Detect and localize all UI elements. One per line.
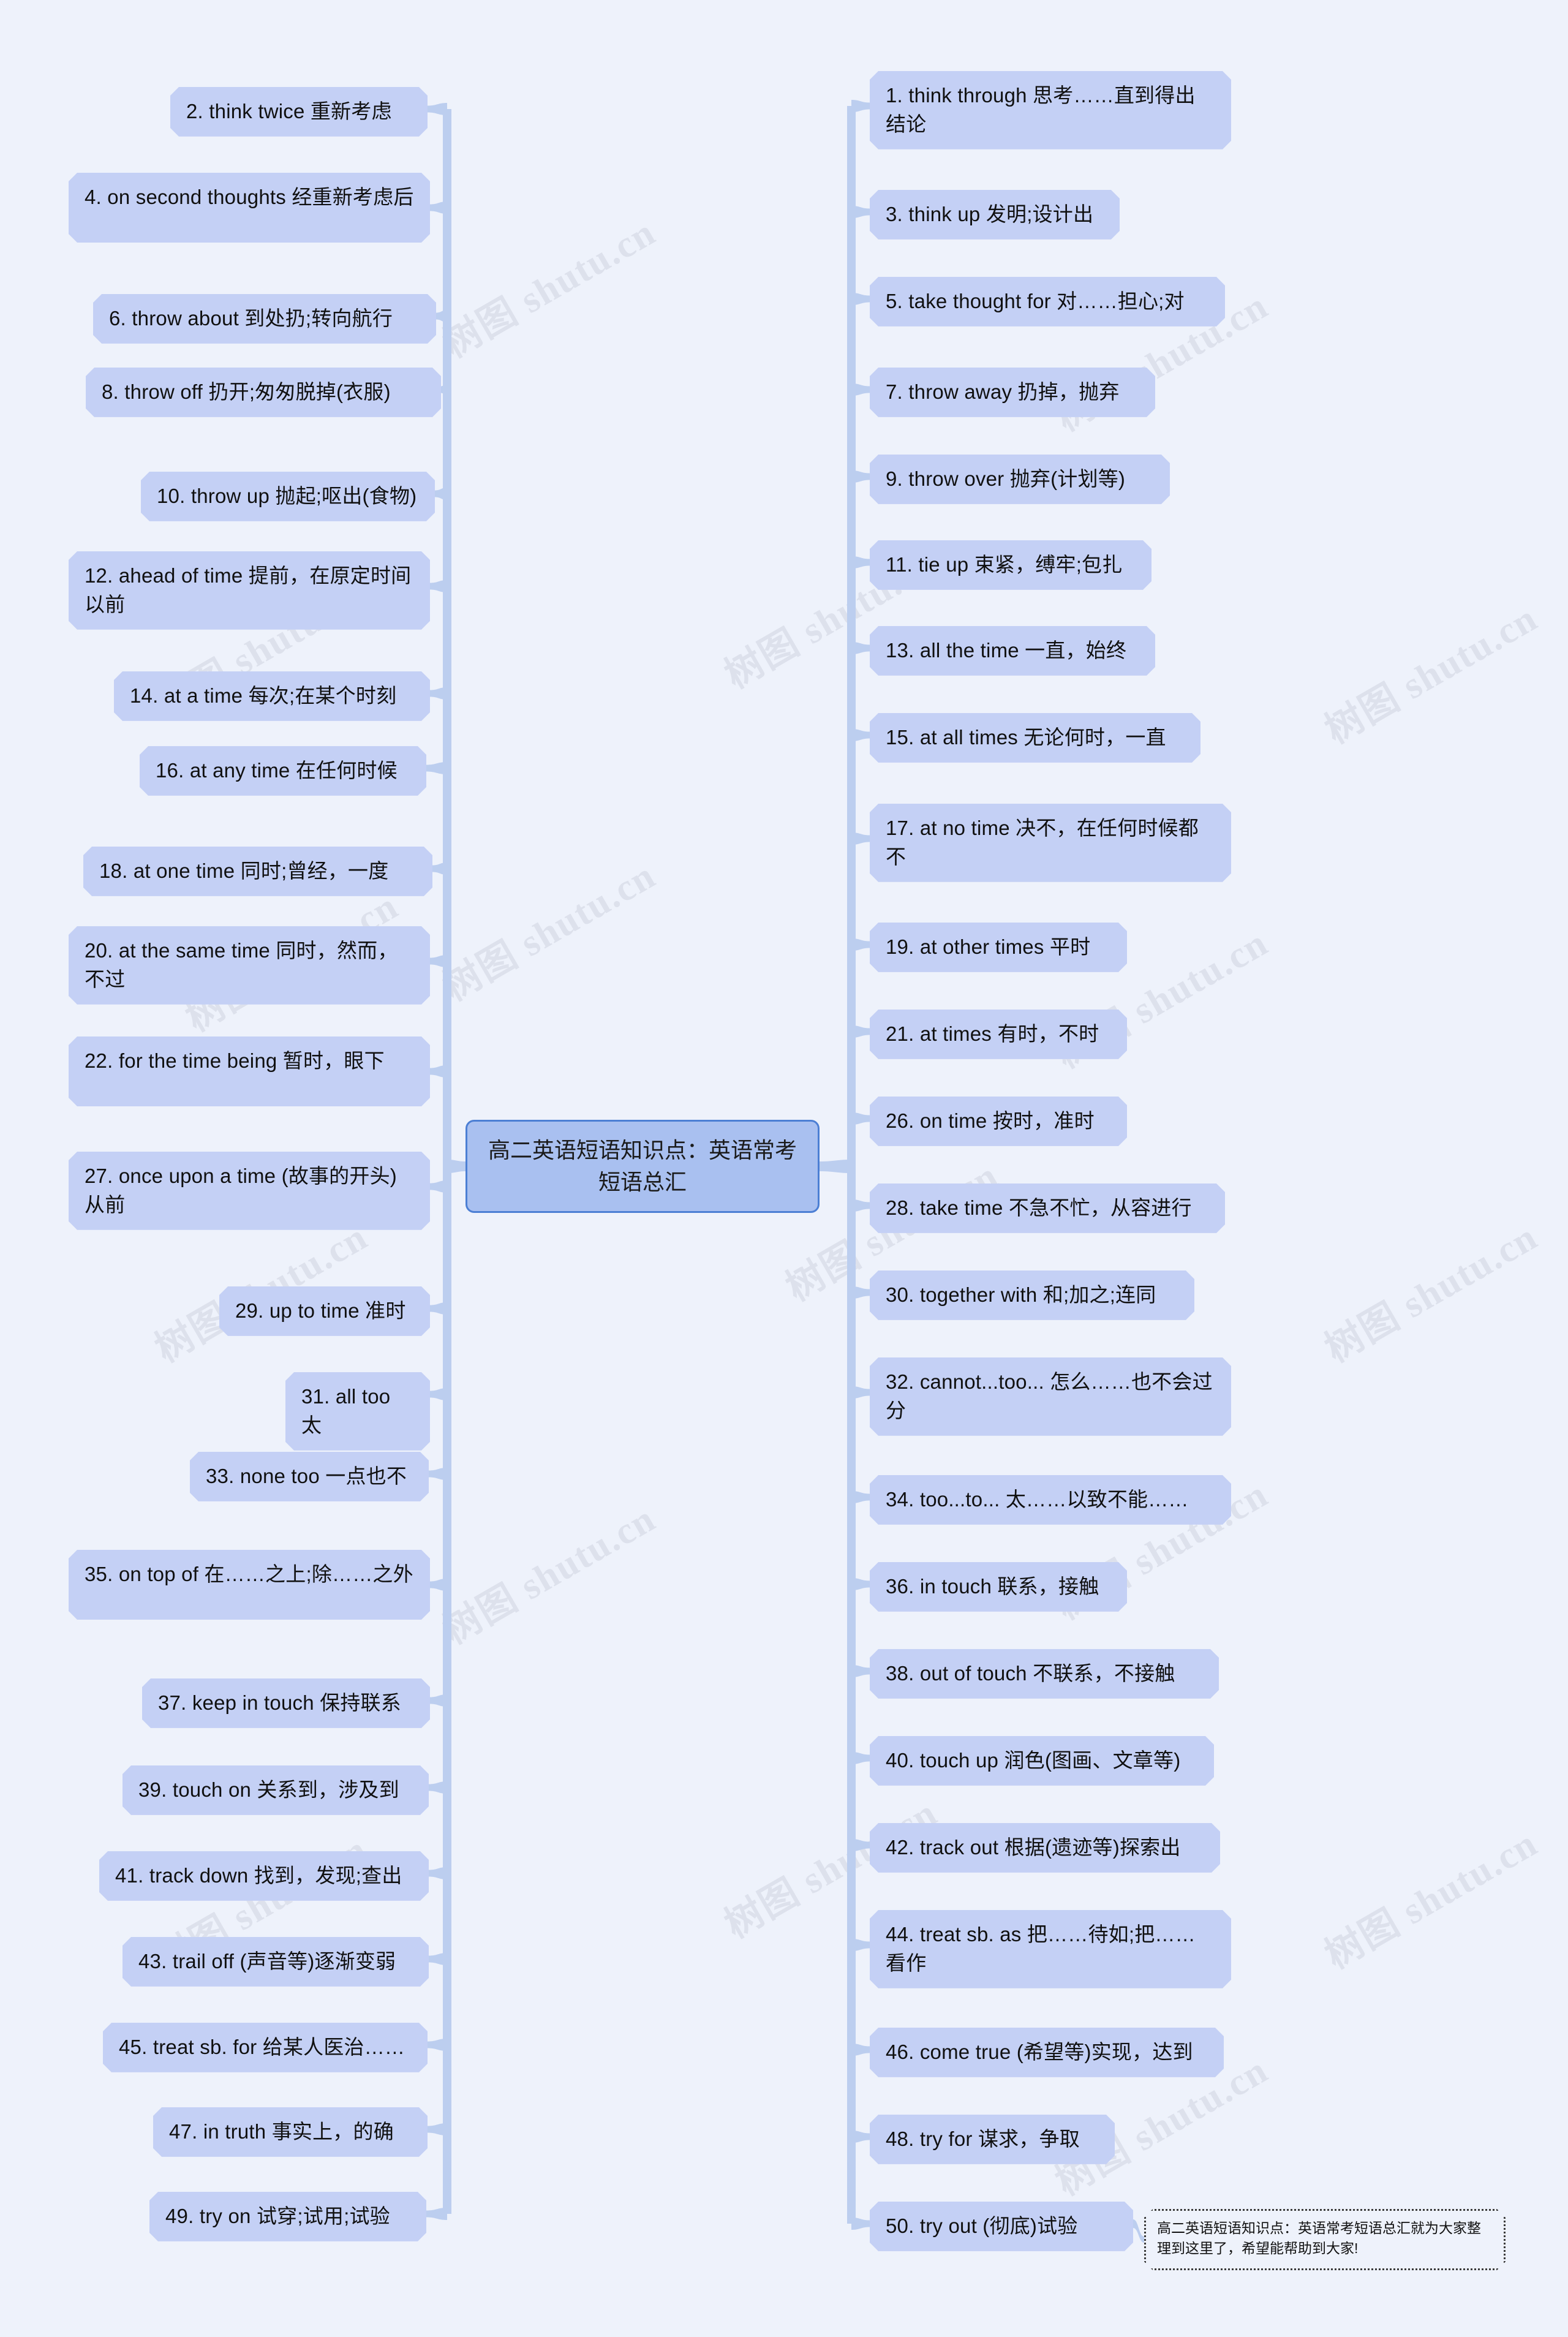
topic-label: 35. on top of 在……之上;除……之外 [85, 1563, 413, 1585]
topic-node-18[interactable]: 18. at one time 同时;曾经，一度 [83, 847, 432, 896]
topic-label: 7. throw away 扔掉，抛弃 [886, 380, 1120, 403]
topic-label: 13. all the time 一直，始终 [886, 639, 1127, 662]
topic-node-29[interactable]: 29. up to time 准时 [219, 1286, 430, 1336]
topic-label: 48. try for 谋求，争取 [886, 2127, 1080, 2150]
topic-label: 21. at times 有时，不时 [886, 1022, 1099, 1045]
topic-node-32[interactable]: 32. cannot...too... 怎么……也不会过分 [870, 1357, 1231, 1436]
topic-label: 17. at no time 决不，在任何时候都不 [886, 817, 1199, 868]
topic-label: 12. ahead of time 提前，在原定时间以前 [85, 564, 412, 616]
topic-label: 27. once upon a time (故事的开头)从前 [85, 1165, 397, 1216]
topic-label: 37. keep in touch 保持联系 [158, 1691, 401, 1714]
topic-label: 32. cannot...too... 怎么……也不会过分 [886, 1370, 1213, 1422]
topic-node-34[interactable]: 34. too...to... 太……以致不能…… [870, 1475, 1231, 1525]
topic-node-12[interactable]: 12. ahead of time 提前，在原定时间以前 [69, 551, 430, 630]
center-topic-label: 高二英语短语知识点：英语常考短语总汇 [488, 1137, 797, 1195]
footnote-node[interactable]: 高二英语短语知识点：英语常考短语总汇就为大家整理到这里了，希望能帮助到大家! [1144, 2209, 1506, 2270]
topic-label: 10. throw up 抛起;呕出(食物) [157, 485, 417, 507]
topic-label: 5. take thought for 对……担心;对 [886, 290, 1185, 312]
topic-node-41[interactable]: 41. track down 找到，发现;查出 [99, 1851, 429, 1901]
topic-node-6[interactable]: 6. throw about 到处扔;转向航行 [93, 294, 436, 344]
topic-label: 44. treat sb. as 把……待如;把……看作 [886, 1923, 1196, 1974]
topic-node-19[interactable]: 19. at other times 平时 [870, 923, 1127, 972]
topic-node-44[interactable]: 44. treat sb. as 把……待如;把……看作 [870, 1910, 1231, 1988]
topic-node-35[interactable]: 35. on top of 在……之上;除……之外 [69, 1550, 430, 1620]
topic-node-40[interactable]: 40. touch up 润色(图画、文章等) [870, 1736, 1214, 1786]
topic-label: 43. trail off (声音等)逐渐变弱 [138, 1950, 396, 1973]
footnote-label: 高二英语短语知识点：英语常考短语总汇就为大家整理到这里了，希望能帮助到大家! [1157, 2220, 1481, 2256]
topic-label: 47. in truth 事实上，的确 [169, 2120, 394, 2143]
topic-node-11[interactable]: 11. tie up 束紧，缚牢;包扎 [870, 540, 1152, 590]
topic-label: 41. track down 找到，发现;查出 [115, 1864, 402, 1887]
topic-label: 49. try on 试穿;试用;试验 [165, 2205, 390, 2227]
topic-node-27[interactable]: 27. once upon a time (故事的开头)从前 [69, 1152, 430, 1230]
mindmap-node-layer: 高二英语短语知识点：英语常考短语总汇 高二英语短语知识点：英语常考短语总汇就为大… [0, 0, 1568, 2337]
topic-node-39[interactable]: 39. touch on 关系到，涉及到 [123, 1765, 429, 1815]
topic-label: 50. try out (彻底)试验 [886, 2214, 1078, 2237]
topic-node-20[interactable]: 20. at the same time 同时，然而，不过 [69, 926, 430, 1005]
topic-node-33[interactable]: 33. none too 一点也不 [190, 1452, 429, 1501]
topic-node-36[interactable]: 36. in touch 联系，接触 [870, 1562, 1127, 1612]
topic-label: 20. at the same time 同时，然而，不过 [85, 939, 398, 991]
topic-node-22[interactable]: 22. for the time being 暂时，眼下 [69, 1036, 430, 1106]
topic-label: 30. together with 和;加之;连同 [886, 1283, 1156, 1306]
topic-node-43[interactable]: 43. trail off (声音等)逐渐变弱 [123, 1937, 429, 1987]
topic-node-38[interactable]: 38. out of touch 不联系，不接触 [870, 1649, 1219, 1699]
topic-node-15[interactable]: 15. at all times 无论何时，一直 [870, 713, 1200, 763]
topic-node-45[interactable]: 45. treat sb. for 给某人医治…… [103, 2023, 428, 2072]
topic-label: 45. treat sb. for 给某人医治…… [119, 2036, 405, 2058]
topic-node-49[interactable]: 49. try on 试穿;试用;试验 [149, 2192, 426, 2241]
topic-node-4[interactable]: 4. on second thoughts 经重新考虑后 [69, 173, 430, 243]
topic-label: 3. think up 发明;设计出 [886, 203, 1094, 225]
topic-node-3[interactable]: 3. think up 发明;设计出 [870, 190, 1120, 240]
topic-label: 42. track out 根据(遗迹等)探索出 [886, 1836, 1181, 1859]
topic-node-21[interactable]: 21. at times 有时，不时 [870, 1010, 1127, 1059]
topic-label: 33. none too 一点也不 [206, 1465, 407, 1487]
topic-label: 8. throw off 扔开;匆匆脱掉(衣服) [102, 380, 391, 403]
topic-label: 2. think twice 重新考虑 [186, 100, 392, 123]
topic-label: 1. think through 思考……直到得出结论 [886, 84, 1196, 135]
topic-label: 28. take time 不急不忙，从容进行 [886, 1196, 1192, 1219]
topic-label: 18. at one time 同时;曾经，一度 [99, 859, 389, 882]
topic-node-5[interactable]: 5. take thought for 对……担心;对 [870, 277, 1225, 327]
topic-label: 15. at all times 无论何时，一直 [886, 726, 1166, 749]
topic-node-50[interactable]: 50. try out (彻底)试验 [870, 2202, 1133, 2251]
topic-node-48[interactable]: 48. try for 谋求，争取 [870, 2115, 1115, 2164]
topic-node-17[interactable]: 17. at no time 决不，在任何时候都不 [870, 804, 1231, 882]
topic-label: 46. come true (希望等)实现，达到 [886, 2041, 1193, 2063]
topic-node-30[interactable]: 30. together with 和;加之;连同 [870, 1270, 1194, 1320]
topic-node-8[interactable]: 8. throw off 扔开;匆匆脱掉(衣服) [86, 368, 441, 417]
topic-node-2[interactable]: 2. think twice 重新考虑 [170, 87, 428, 137]
center-topic-node[interactable]: 高二英语短语知识点：英语常考短语总汇 [466, 1120, 820, 1213]
topic-label: 14. at a time 每次;在某个时刻 [130, 684, 397, 707]
topic-node-14[interactable]: 14. at a time 每次;在某个时刻 [114, 671, 430, 721]
topic-node-46[interactable]: 46. come true (希望等)实现，达到 [870, 2028, 1224, 2077]
topic-label: 26. on time 按时，准时 [886, 1109, 1095, 1132]
topic-node-26[interactable]: 26. on time 按时，准时 [870, 1097, 1127, 1146]
topic-node-42[interactable]: 42. track out 根据(遗迹等)探索出 [870, 1823, 1220, 1873]
topic-label: 40. touch up 润色(图画、文章等) [886, 1749, 1181, 1772]
topic-label: 16. at any time 在任何时候 [156, 759, 398, 782]
topic-node-13[interactable]: 13. all the time 一直，始终 [870, 626, 1155, 676]
topic-label: 11. tie up 束紧，缚牢;包扎 [886, 553, 1123, 576]
topic-node-7[interactable]: 7. throw away 扔掉，抛弃 [870, 368, 1155, 417]
topic-label: 4. on second thoughts 经重新考虑后 [85, 186, 414, 208]
topic-label: 39. touch on 关系到，涉及到 [138, 1778, 399, 1801]
topic-label: 29. up to time 准时 [235, 1299, 406, 1322]
topic-node-28[interactable]: 28. take time 不急不忙，从容进行 [870, 1184, 1225, 1233]
topic-node-16[interactable]: 16. at any time 在任何时候 [140, 746, 426, 796]
topic-node-31[interactable]: 31. all too 太 [285, 1372, 430, 1451]
topic-node-9[interactable]: 9. throw over 抛弃(计划等) [870, 455, 1170, 504]
topic-label: 38. out of touch 不联系，不接触 [886, 1662, 1175, 1685]
topic-node-37[interactable]: 37. keep in touch 保持联系 [142, 1678, 430, 1728]
topic-label: 22. for the time being 暂时，眼下 [85, 1049, 385, 1072]
topic-node-10[interactable]: 10. throw up 抛起;呕出(食物) [141, 472, 435, 521]
topic-label: 36. in touch 联系，接触 [886, 1575, 1099, 1598]
topic-label: 34. too...to... 太……以致不能…… [886, 1488, 1189, 1511]
topic-node-1[interactable]: 1. think through 思考……直到得出结论 [870, 71, 1231, 149]
topic-label: 19. at other times 平时 [886, 935, 1091, 958]
topic-label: 9. throw over 抛弃(计划等) [886, 467, 1126, 490]
topic-label: 31. all too 太 [301, 1385, 391, 1437]
topic-label: 6. throw about 到处扔;转向航行 [109, 307, 393, 330]
topic-node-47[interactable]: 47. in truth 事实上，的确 [153, 2107, 428, 2157]
